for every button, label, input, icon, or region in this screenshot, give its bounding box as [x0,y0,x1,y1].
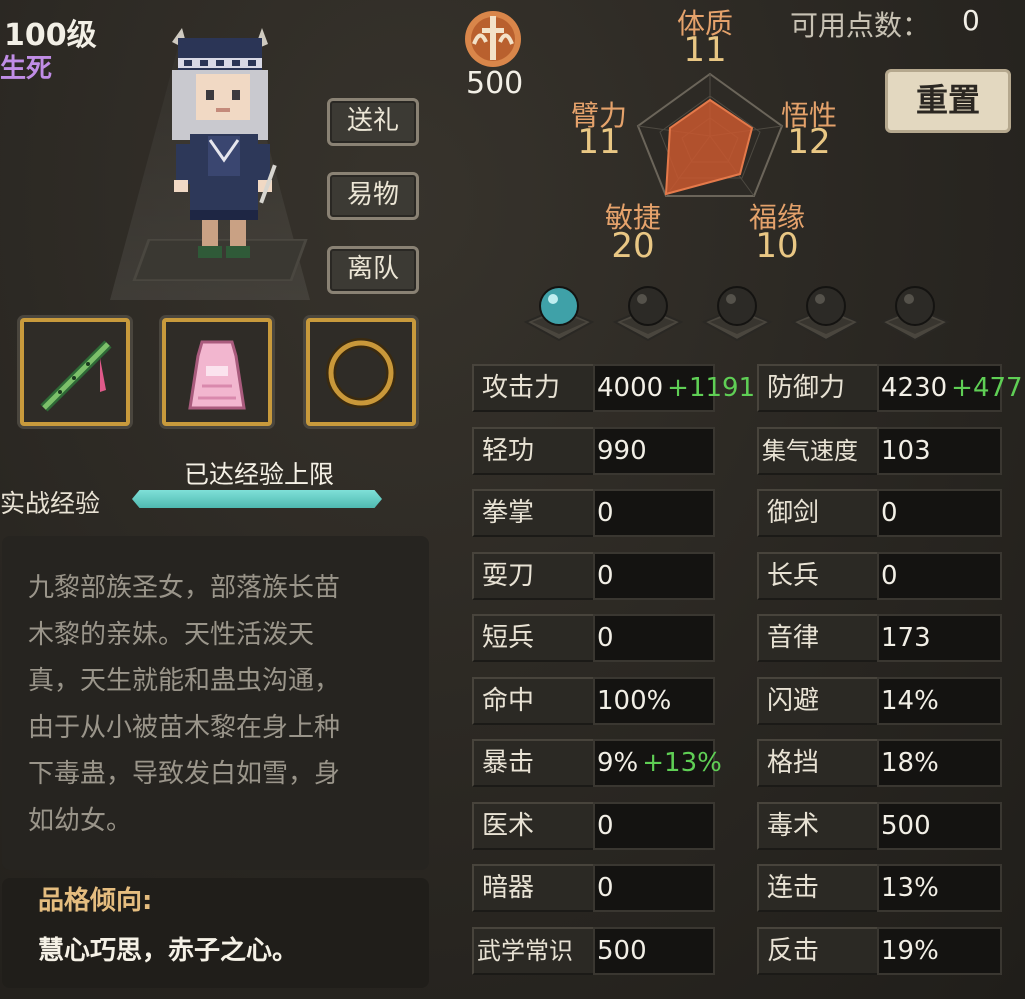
stat-value: 100% [597,686,672,716]
stat-label: 医术 [482,811,535,841]
flute-icon [40,340,112,412]
available-points-value: 0 [962,4,980,37]
stat-label: 防御力 [767,373,846,403]
stat-value-box: 0 [593,802,715,850]
stat-label: 命中 [482,686,535,716]
stat-value-box: 100% [593,677,715,725]
stat-label: 轻功 [482,436,535,466]
stat-value: 14% [881,686,939,716]
stat-value-box: 990 [593,427,715,475]
character-description: 九黎部族圣女，部落族长苗 木黎的亲妹。天性活泼天 真，天生就能和蛊虫沟通， 由于… [28,573,341,836]
stat-value-box: 103 [877,427,1002,475]
stat-value: 9% [597,748,639,778]
attr-agility-value: 20 [611,226,655,266]
reset-button[interactable]: 重置 [885,69,1011,133]
stat-label: 反击 [767,936,820,966]
attribute-radar [636,72,784,197]
stat-value-box: 500 [593,927,715,975]
stat-label: 格挡 [767,748,820,778]
ring-icon [326,338,396,408]
stat-value: 0 [881,498,898,528]
stat-label: 闪避 [767,686,820,716]
stat-value-box: 14% [877,677,1002,725]
stat-value-box: 18% [877,739,1002,787]
stat-value-box: 0 [593,489,715,537]
sword-emblem-icon [465,11,521,67]
stat-value-box: 0 [593,864,715,912]
stat-label: 短兵 [482,623,535,653]
attr-strength-value: 11 [577,122,621,162]
stat-value-box: 0 [877,552,1002,600]
stat-label: 音律 [767,623,820,653]
stat-value-box: 0 [593,552,715,600]
stat-label: 毒术 [767,811,820,841]
stat-label: 武学常识 [477,937,573,965]
skill-orb[interactable] [522,282,596,346]
armor-slot[interactable] [162,318,272,426]
stat-bonus: +1191 [667,373,756,403]
stat-label: 耍刀 [482,561,535,591]
stat-value: 500 [597,936,647,966]
stat-value-box: 0 [593,614,715,662]
leave-party-button[interactable]: 离队 [327,246,419,294]
attr-comprehension-value: 12 [787,122,831,162]
stat-label: 拳掌 [482,498,535,528]
trade-button[interactable]: 易物 [327,172,419,220]
weapon-slot[interactable] [20,318,130,426]
skill-orb[interactable] [878,282,952,346]
stat-value-box: 173 [877,614,1002,662]
points-value: 500 [466,66,524,101]
pink-dress-icon [188,340,246,410]
stat-value: 990 [597,436,647,466]
stat-value-box: 9% +13% [593,739,722,787]
stat-value: 4230 [881,373,948,403]
stat-value-box: 4000 +1191 [593,364,755,412]
trait-title: 品格倾向: [38,886,153,916]
character-status: 生死 [0,54,53,84]
character-portrait [172,28,277,258]
available-points-label: 可用点数： [790,9,931,42]
stat-value: 173 [881,623,931,653]
stat-value: 0 [597,561,614,591]
stat-value: 19% [881,936,939,966]
attr-constitution-value: 11 [683,30,727,70]
stat-label: 攻击力 [482,373,561,403]
stat-value: 0 [597,498,614,528]
stat-bonus: +13% [642,748,722,778]
stat-value-box: 19% [877,927,1002,975]
stat-label: 御剑 [767,498,820,528]
stat-value: 0 [881,561,898,591]
stat-value: 500 [881,811,931,841]
stat-value-box: 4230 +477 [877,364,1023,412]
skill-orb[interactable] [700,282,774,346]
stat-value-box: 13% [877,864,1002,912]
stat-value: 18% [881,748,939,778]
exp-status: 已达经验上限 [184,460,335,489]
attr-fortune-value: 10 [755,226,799,266]
stat-label: 连击 [767,873,820,903]
stat-value: 0 [597,873,614,903]
trait-value: 慧心巧思，赤子之心。 [38,936,299,966]
accessory-slot[interactable] [306,318,416,426]
gift-button[interactable]: 送礼 [327,98,419,146]
stat-label: 暴击 [482,748,535,778]
exp-progress-bar [132,490,382,508]
stat-value: 0 [597,811,614,841]
skill-orb[interactable] [611,282,685,346]
stat-value: 13% [881,873,939,903]
stat-value-box: 500 [877,802,1002,850]
stat-value-box: 0 [877,489,1002,537]
stat-value: 4000 [597,373,664,403]
stat-label: 集气速度 [762,437,858,465]
exp-label: 实战经验 [0,489,101,518]
stat-bonus: +477 [951,373,1023,403]
stat-value: 0 [597,623,614,653]
skill-orb[interactable] [789,282,863,346]
stat-label: 暗器 [482,873,535,903]
stat-value: 103 [881,436,931,466]
stat-label: 长兵 [767,561,820,591]
